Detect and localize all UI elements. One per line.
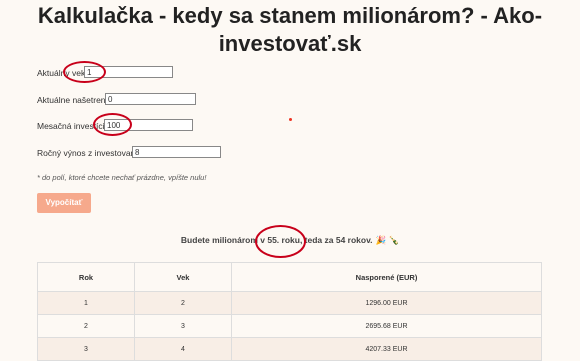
annual-yield-label: Ročný výnos z investovania: — [37, 148, 145, 158]
page-title: Kalkulačka - kedy sa stanem milionárom? … — [0, 2, 580, 58]
header-age: Vek — [134, 262, 232, 292]
savings-input[interactable] — [105, 93, 196, 105]
table-header-row: Rok Vek Nasporené (EUR) — [37, 262, 542, 292]
annotation-circle-monthly — [93, 113, 132, 136]
page-title-line-1: Kalkulačka - kedy sa stanem milionárom? … — [37, 3, 543, 28]
table-row: 3 4 4207.33 EUR — [37, 337, 542, 361]
cell-age: 2 — [134, 291, 232, 315]
cell-age: 4 — [134, 337, 232, 361]
cell-age: 3 — [134, 314, 232, 338]
savings-table: Rok Vek Nasporené (EUR) 1 2 1296.00 EUR … — [37, 262, 542, 361]
cell-year: 2 — [37, 314, 135, 338]
celebration-emoji-icon: 🎉 🍾 — [375, 235, 400, 245]
cell-year: 3 — [37, 337, 135, 361]
cell-saved: 1296.00 EUR — [231, 291, 542, 315]
cell-year: 1 — [37, 291, 135, 315]
annual-yield-input[interactable] — [132, 146, 221, 158]
cell-saved: 4207.33 EUR — [231, 337, 542, 361]
cursor-dot — [289, 118, 292, 121]
annotation-circle-age — [63, 61, 106, 83]
calculate-button[interactable]: Vypočítať — [37, 193, 91, 213]
savings-label: Aktuálne našetrené: — [37, 95, 113, 105]
page-title-line-2: investovať.sk — [218, 31, 362, 56]
annotation-circle-result — [255, 225, 306, 258]
empty-fields-note: * do polí, ktoré chcete nechať prázdne, … — [37, 173, 207, 182]
header-saved: Nasporené (EUR) — [231, 262, 542, 292]
cell-saved: 2695.68 EUR — [231, 314, 542, 338]
table-row: 2 3 2695.68 EUR — [37, 314, 542, 338]
table-row: 1 2 1296.00 EUR — [37, 291, 542, 315]
header-year: Rok — [37, 262, 135, 292]
